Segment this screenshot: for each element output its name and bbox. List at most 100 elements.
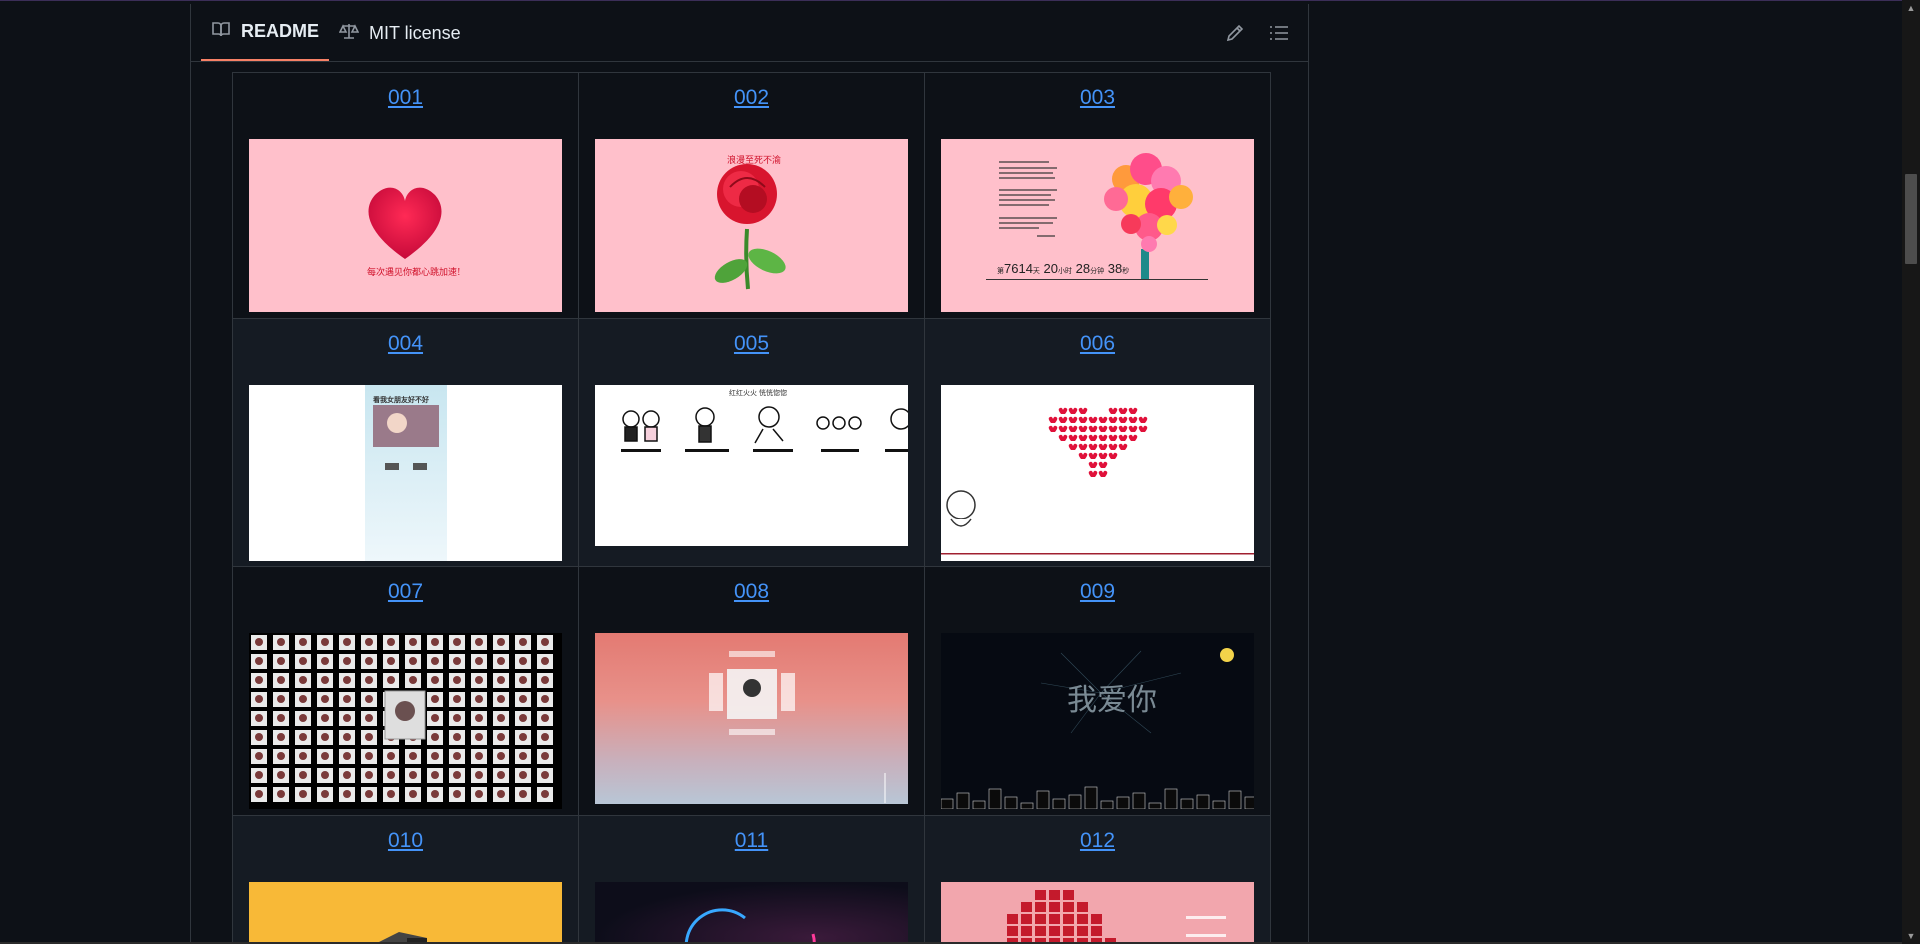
demo-thumbnail-011[interactable] (595, 882, 908, 944)
demo-thumbnail-004[interactable]: 看我女朋友好不好 (249, 385, 562, 561)
demo-thumbnail-005[interactable]: 红红火火 恍恍惚惚 (595, 385, 908, 546)
small-heart (1088, 434, 1098, 441)
photo-face (475, 695, 483, 703)
demo-link-006[interactable]: 006 (925, 331, 1270, 357)
demo-link-002[interactable]: 002 (579, 85, 924, 111)
photo-face (497, 714, 505, 722)
vertical-scrollbar[interactable]: ▲ ▼ (1902, 0, 1920, 944)
demo-link-004[interactable]: 004 (233, 331, 578, 357)
photo-face (343, 771, 351, 779)
photo-face (277, 733, 285, 741)
photo-face (475, 771, 483, 779)
tab-readme[interactable]: README (201, 4, 330, 61)
heart-tree-icon (986, 153, 1208, 280)
building (1116, 796, 1130, 809)
demo-thumbnail-003[interactable]: 第7614天 20小时 28分钟 38秒 (941, 139, 1254, 312)
demo-link-001[interactable]: 001 (233, 85, 578, 111)
photo-face (255, 676, 263, 684)
demo-link-008[interactable]: 008 (579, 579, 924, 605)
demo-link-011[interactable]: 011 (579, 828, 924, 854)
gallery-cell: 009 我爱你 (924, 566, 1271, 816)
photo-face (475, 676, 483, 684)
small-heart (1138, 425, 1148, 432)
heart-block (1077, 914, 1088, 924)
photo-face (519, 733, 527, 741)
demo-thumbnail-007[interactable] (249, 633, 562, 809)
photo-face (453, 695, 461, 703)
outline-button[interactable] (1268, 22, 1290, 44)
photo-face (541, 752, 549, 760)
tab-license[interactable]: MIT license (338, 4, 461, 62)
photo-face (431, 638, 439, 646)
photo-face (255, 695, 263, 703)
demo-thumbnail-001[interactable]: 每次遇见你都心跳加速! (249, 139, 562, 312)
demo-thumbnail-009[interactable]: 我爱你 (941, 633, 1254, 809)
small-heart (1098, 461, 1108, 468)
counter-minutes: 28 (1075, 261, 1091, 276)
heart-block (1063, 890, 1074, 900)
demo-link-007[interactable]: 007 (233, 579, 578, 605)
demo-link-009[interactable]: 009 (925, 579, 1270, 605)
fireworks-icon (941, 648, 1254, 809)
small-heart (1088, 443, 1098, 450)
scroll-up-arrow-icon[interactable]: ▲ (1902, 0, 1920, 16)
photo-face (541, 733, 549, 741)
building (1052, 798, 1066, 809)
photo-face (453, 714, 461, 722)
photo-face (497, 790, 505, 798)
photo-face (321, 752, 329, 760)
heart-block (1063, 926, 1074, 936)
scroll-down-arrow-icon[interactable]: ▼ (1902, 928, 1920, 944)
building (1004, 796, 1018, 809)
photo-face (321, 790, 329, 798)
gallery-cell: 010 (232, 815, 579, 944)
photo-face (519, 695, 527, 703)
small-heart (1058, 416, 1068, 423)
small-heart (1118, 407, 1128, 414)
small-heart (1068, 416, 1078, 423)
photo-face (387, 657, 395, 665)
small-heart (1058, 407, 1068, 414)
small-heart (1108, 443, 1118, 450)
thumbnail-caption: 每次遇见你都心跳加速! (367, 268, 461, 278)
heart-block (1007, 914, 1018, 924)
small-heart (1058, 434, 1068, 441)
demo-link-012[interactable]: 012 (925, 828, 1270, 854)
scrollbar-thumb[interactable] (1905, 174, 1917, 264)
small-heart (1138, 416, 1148, 423)
photo-face (387, 752, 395, 760)
building (1228, 790, 1242, 809)
photo-face (321, 714, 329, 722)
heart-block (1077, 926, 1088, 936)
demo-thumbnail-010[interactable] (249, 882, 562, 944)
small-heart (1088, 425, 1098, 432)
gallery-cell: 006 (924, 318, 1271, 567)
photo-face (277, 695, 285, 703)
photo-face (519, 676, 527, 684)
small-heart (1128, 425, 1138, 432)
demo-link-010[interactable]: 010 (233, 828, 578, 854)
photo-face (299, 790, 307, 798)
readme-tab-bar: README MIT license (191, 4, 1308, 62)
demo-thumbnail-008[interactable] (595, 633, 908, 804)
photo-face (365, 695, 373, 703)
building (956, 792, 970, 809)
photo-face (343, 733, 351, 741)
demo-link-003[interactable]: 003 (925, 85, 1270, 111)
photo-face (321, 733, 329, 741)
photo-face (387, 771, 395, 779)
photo-face (255, 771, 263, 779)
small-heart (1118, 425, 1128, 432)
demo-thumbnail-006[interactable] (941, 385, 1254, 561)
photo-face (497, 771, 505, 779)
demo-thumbnail-012[interactable] (941, 882, 1254, 944)
building (1244, 796, 1254, 809)
small-heart (1098, 416, 1108, 423)
edit-file-button[interactable] (1224, 22, 1246, 44)
photo-face (343, 676, 351, 684)
photo-face (277, 771, 285, 779)
demo-link-005[interactable]: 005 (579, 331, 924, 357)
heart-block (1063, 902, 1074, 912)
photo-face (299, 714, 307, 722)
demo-thumbnail-002[interactable]: 浪漫至死不渝 (595, 139, 908, 312)
